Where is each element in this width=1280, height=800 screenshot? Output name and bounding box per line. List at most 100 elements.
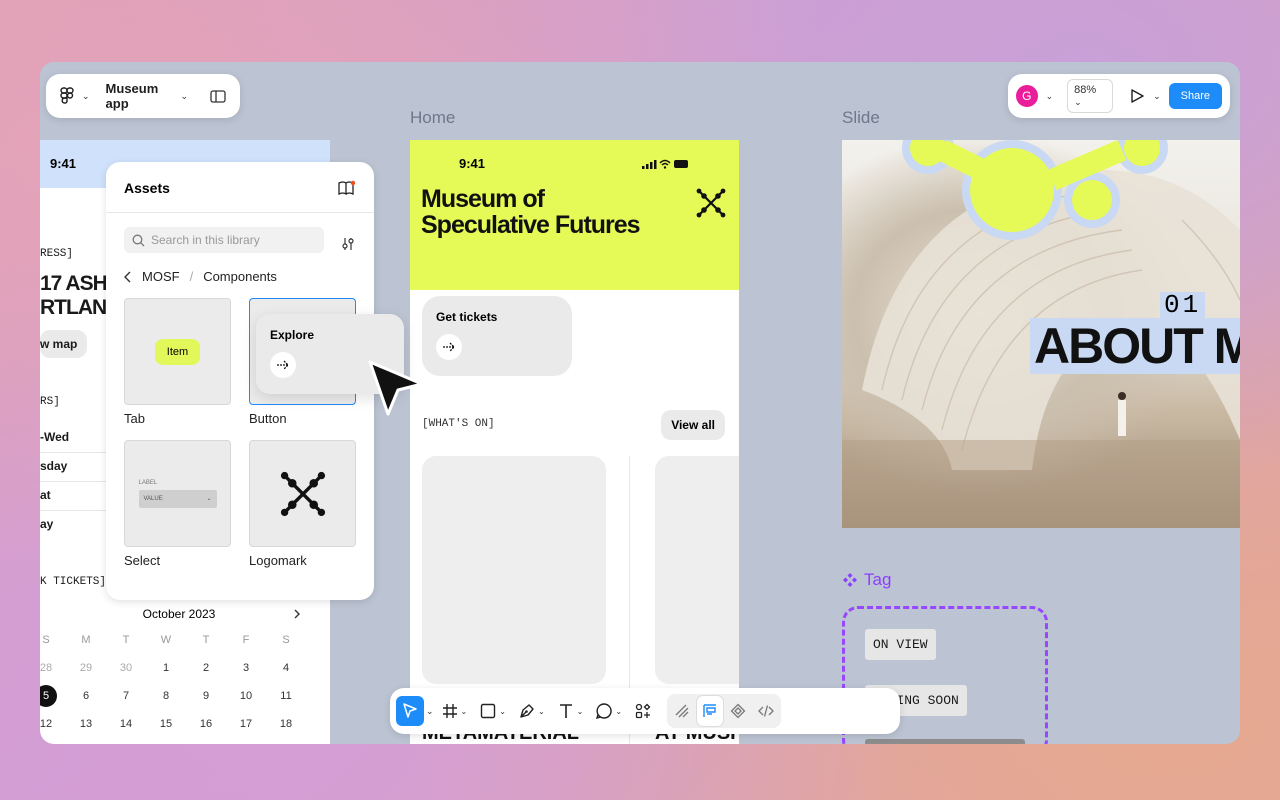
tag-component-label: Tag [864, 570, 892, 589]
component-mode[interactable] [725, 696, 751, 726]
calendar-day[interactable]: 15 [146, 710, 186, 738]
calendar-weekday: T [202, 634, 210, 646]
pen-tool[interactable]: ⌄ [513, 696, 550, 726]
shape-tool[interactable]: ⌄ [474, 696, 511, 726]
chevron-down-icon[interactable]: ⌄ [82, 91, 90, 102]
breadcrumb-separator: / [189, 269, 194, 284]
play-icon[interactable] [1129, 88, 1145, 104]
avatar[interactable]: G [1016, 85, 1038, 107]
sidebar-toggle-icon[interactable] [210, 89, 226, 103]
event-card[interactable] [422, 456, 606, 684]
calendar-day[interactable]: 18 [266, 710, 306, 738]
share-toolbar: G ⌄ 88% ⌄ ⌄ Share [1008, 74, 1230, 118]
calendar-day[interactable]: 8 [146, 682, 186, 710]
draw-mode[interactable] [669, 696, 695, 726]
actions-tool[interactable] [629, 696, 657, 726]
component-tile[interactable]: Logomark [249, 440, 356, 568]
hours-label: RS] [40, 396, 60, 408]
chevron-down-icon[interactable]: ⌄ [180, 91, 188, 102]
component-label: Select [124, 553, 161, 568]
dev-mode[interactable] [753, 696, 779, 726]
calendar-day[interactable]: 17 [226, 710, 266, 738]
event-card[interactable] [655, 456, 739, 684]
tag-component-title[interactable]: Tag [842, 570, 891, 590]
search-input[interactable]: Search in this library [124, 227, 324, 253]
selected-day: 5 [40, 685, 57, 707]
tag-variant[interactable] [865, 739, 1025, 744]
view-all-button[interactable]: View all [661, 410, 725, 440]
calendar-day[interactable]: 9 [186, 682, 226, 710]
chevron-left-icon[interactable] [124, 271, 132, 283]
component-tile[interactable]: Item Tab [124, 298, 231, 426]
calendar-day[interactable]: 2 [186, 654, 226, 682]
frame-icon [441, 702, 459, 720]
chevron-down-icon[interactable]: ⌄ [426, 706, 434, 717]
home-frame-label[interactable]: Home [410, 108, 455, 128]
share-button[interactable]: Share [1168, 83, 1222, 109]
calendar-day[interactable]: 6 [66, 682, 106, 710]
calendar-day[interactable]: 14 [106, 710, 146, 738]
select-preview-label: LABEL [138, 479, 158, 486]
tab-preview-chip: Item [154, 338, 201, 365]
file-title[interactable]: Museum app [106, 81, 173, 111]
figma-logo-icon[interactable] [60, 87, 74, 105]
rectangle-icon [479, 702, 497, 720]
chevron-down-icon: ⌄ [460, 706, 468, 716]
calendar-day[interactable]: 7 [106, 682, 146, 710]
chevron-down-icon: ⌄ [576, 706, 584, 716]
calendar-weekday: T [122, 634, 130, 646]
home-frame[interactable]: 9:41 Museum of Speculative Futures Get t… [410, 140, 739, 744]
text-icon [557, 702, 575, 720]
file-toolbar: ⌄ Museum app ⌄ [46, 74, 240, 118]
day-row: ay [40, 517, 54, 531]
assets-title: Assets [124, 180, 170, 196]
chevron-down-icon[interactable]: ⌄ [1046, 91, 1054, 102]
component-preview[interactable] [249, 440, 356, 547]
calendar-grid: S M T W T F S 28 29 30 1 2 3 4 5 6 7 8 9 10 11 12 13 14 15 16 17 18 [40, 626, 318, 738]
calendar-day[interactable]: 1 [146, 654, 186, 682]
slide-frame[interactable]: 01 ABOUT M [842, 140, 1240, 528]
calendar-weekday: S [282, 634, 290, 646]
day-row: at [40, 488, 110, 511]
comment-tool[interactable]: ⌄ [590, 696, 627, 726]
chevron-right-icon[interactable] [292, 609, 302, 619]
filter-settings-icon[interactable] [340, 236, 356, 252]
calendar-day[interactable]: 11 [266, 682, 306, 710]
frame-tool[interactable]: ⌄ [436, 696, 473, 726]
calendar-day[interactable]: 29 [66, 654, 106, 682]
chevron-down-icon: ⌄ [206, 496, 212, 502]
calendar-day[interactable]: 5 [40, 682, 66, 710]
zoom-value: 88% [1074, 84, 1097, 96]
component-preview[interactable]: Item [124, 298, 231, 405]
calendar-day[interactable]: 10 [226, 682, 266, 710]
calendar-weekday: M [81, 634, 91, 646]
chevron-down-icon[interactable]: ⌄ [1153, 91, 1161, 102]
library-book-icon[interactable] [338, 180, 356, 196]
calendar-day[interactable]: 4 [266, 654, 306, 682]
view-map-button[interactable]: w map [40, 330, 88, 358]
get-tickets-button[interactable]: Get tickets [422, 296, 572, 376]
move-tool[interactable] [396, 696, 424, 726]
tag-on-view[interactable]: ON VIEW [865, 629, 936, 660]
design-mode[interactable] [697, 696, 724, 726]
calendar-day[interactable]: 3 [226, 654, 266, 682]
code-icon [758, 703, 774, 719]
component-tile[interactable]: LABEL VALUE ⌄ Select [124, 440, 231, 568]
chevron-down-icon: ⌄ [615, 706, 623, 716]
breadcrumb-root[interactable]: MOSF [142, 269, 180, 284]
left-time: 9:41 [50, 156, 77, 171]
calendar-day[interactable]: 30 [106, 654, 146, 682]
slide-frame-label[interactable]: Slide [842, 108, 880, 128]
select-preview-box: VALUE ⌄ [138, 489, 217, 508]
home-hero: 9:41 Museum of Speculative Futures [410, 140, 739, 290]
zoom-control[interactable]: 88% ⌄ [1067, 79, 1114, 113]
component-preview[interactable]: LABEL VALUE ⌄ [124, 440, 231, 547]
text-tool[interactable]: ⌄ [552, 696, 589, 726]
calendar-day[interactable]: 28 [40, 654, 66, 682]
canvas[interactable]: Home Slide 9:41 RESS] 17 ASHE RTLAND w m… [40, 62, 1240, 744]
calendar-day[interactable]: 12 [40, 710, 66, 738]
calendar-day[interactable]: 13 [66, 710, 106, 738]
design-icon [702, 703, 718, 719]
calendar-day[interactable]: 16 [186, 710, 226, 738]
pen-icon [518, 702, 536, 720]
